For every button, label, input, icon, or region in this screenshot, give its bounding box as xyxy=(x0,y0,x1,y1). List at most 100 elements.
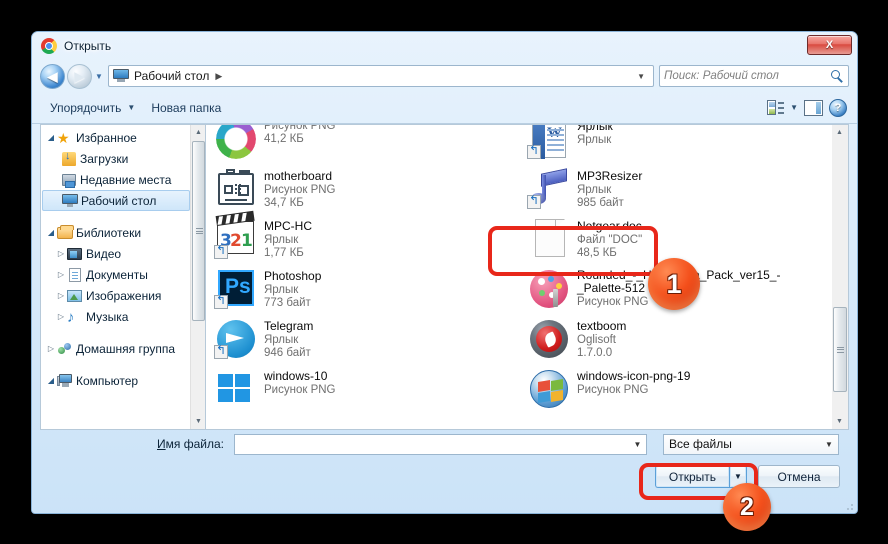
file-name: Netgear.doc xyxy=(577,219,642,233)
star-icon: ★ xyxy=(57,129,70,146)
sidebar-item-computer[interactable]: ◢ Компьютер xyxy=(41,370,190,391)
twisty-collapsed-icon[interactable]: ▷ xyxy=(55,312,67,321)
file-type-select[interactable]: Все файлы ▼ xyxy=(663,433,839,455)
list-item[interactable]: windows-icon-png-19 Рисунок PNG xyxy=(519,363,832,413)
file-size: 34,7 КБ xyxy=(264,197,304,209)
list-item[interactable]: motherboard Рисунок PNG 34,7 КБ xyxy=(206,163,519,213)
list-item[interactable]: textboom Oglisoft 1.7.0.0 xyxy=(519,313,832,363)
file-name: motherboard xyxy=(264,169,333,183)
twisty-expanded-icon[interactable]: ◢ xyxy=(45,228,57,237)
list-item[interactable]: Рисунок PNG 41,2 КБ xyxy=(206,125,519,163)
list-item[interactable]: W Ярлык Ярлык xyxy=(519,125,832,163)
shortcut-overlay-icon xyxy=(214,343,228,359)
sidebar-item-label: Загрузки xyxy=(80,151,129,166)
sidebar-item-label: Видео xyxy=(86,246,122,261)
scroll-down-arrow-icon[interactable]: ▼ xyxy=(832,414,847,429)
downloads-icon xyxy=(61,150,77,167)
file-list-scrollbar[interactable]: ▲ ▼ xyxy=(832,125,848,429)
sidebar-item-label: Компьютер xyxy=(76,373,139,388)
list-item[interactable]: Telegram Ярлык 946 байт xyxy=(206,313,519,363)
file-size: 1,77 КБ xyxy=(264,247,304,259)
sidebar-item-homegroup[interactable]: ▷ Домашняя группа xyxy=(41,338,190,359)
open-button[interactable]: Открыть xyxy=(655,465,729,488)
scroll-up-arrow-icon[interactable]: ▲ xyxy=(191,125,205,140)
documents-icon xyxy=(67,267,83,283)
annotation-badge-2: 2 xyxy=(723,483,771,531)
back-arrow-icon: ◀ xyxy=(47,68,58,84)
sidebar-item-pictures[interactable]: ▷ Изображения xyxy=(41,285,190,306)
sidebar-item-documents[interactable]: ▷ Документы xyxy=(41,264,190,285)
pictures-icon xyxy=(67,288,83,304)
sidebar-item-downloads[interactable]: Загрузки xyxy=(41,148,190,169)
view-mode-chevron-down-icon[interactable]: ▼ xyxy=(790,103,798,112)
sidebar-item-label: Домашняя группа xyxy=(76,341,176,356)
file-type: Ярлык xyxy=(264,334,299,346)
shortcut-overlay-icon xyxy=(527,193,541,209)
twisty-collapsed-icon[interactable]: ▷ xyxy=(55,249,67,258)
file-list-pane[interactable]: Рисунок PNG 41,2 КБ motherboard Рисунок … xyxy=(205,124,849,430)
list-item[interactable]: MP3Resizer Ярлык 985 байт xyxy=(519,163,832,213)
breadcrumb-location[interactable]: Рабочий стол xyxy=(134,69,209,83)
sidebar-item-favorites[interactable]: ◢ ★ Избранное xyxy=(41,127,190,148)
chevron-down-icon[interactable]: ▼ xyxy=(629,435,646,454)
cancel-button[interactable]: Отмена xyxy=(758,465,840,488)
list-item[interactable]: 321 MPC-HC Ярлык 1,77 КБ xyxy=(206,210,519,263)
computer-icon xyxy=(57,373,73,389)
file-version: 1.7.0.0 xyxy=(577,347,613,359)
open-split-button[interactable]: Открыть ▼ xyxy=(655,465,747,488)
navigation-scrollbar-thumb[interactable] xyxy=(192,141,205,321)
twisty-collapsed-icon[interactable]: ▷ xyxy=(55,270,67,279)
sidebar-item-desktop[interactable]: Рабочий стол xyxy=(42,190,190,211)
file-size: 41,2 КБ xyxy=(264,133,304,145)
new-folder-button[interactable]: Новая папка xyxy=(143,97,229,119)
library-icon xyxy=(57,224,74,241)
toolbar-right-group: ▼ ? xyxy=(767,98,847,117)
file-type: Файл "DOC" xyxy=(577,234,643,246)
twisty-collapsed-icon[interactable]: ▷ xyxy=(45,344,57,353)
breadcrumb-bar[interactable]: Рабочий стол ▶ ▼ xyxy=(108,65,654,87)
file-type: Ярлык xyxy=(577,184,612,196)
file-size: 985 байт xyxy=(577,197,624,209)
sidebar-item-label: Музыка xyxy=(86,309,129,324)
view-mode-icon[interactable] xyxy=(767,100,785,115)
scroll-up-arrow-icon[interactable]: ▲ xyxy=(832,125,847,140)
preview-pane-icon[interactable] xyxy=(804,99,823,116)
sidebar-item-music[interactable]: ▷ ♪ Музыка xyxy=(41,306,190,327)
help-icon[interactable]: ? xyxy=(829,98,847,117)
forward-button[interactable]: ▶ xyxy=(67,63,92,89)
navigation-pane: ◢ ★ Избранное Загрузки Недавние места xyxy=(40,124,205,430)
back-button[interactable]: ◀ xyxy=(40,63,65,89)
file-name: MP3Resizer xyxy=(577,169,643,183)
resize-grip-icon[interactable] xyxy=(843,500,853,510)
twisty-collapsed-icon[interactable]: ▷ xyxy=(55,291,67,300)
navigation-scrollbar[interactable]: ▲ ▼ xyxy=(190,125,205,429)
file-name: textboom xyxy=(577,319,627,333)
file-list-scrollbar-thumb[interactable] xyxy=(833,307,847,392)
list-item-netgear-doc[interactable]: Netgear.doc Файл "DOC" 48,5 КБ xyxy=(519,213,832,263)
list-item[interactable]: windows-10 Рисунок PNG xyxy=(206,363,519,413)
breadcrumb-dropdown-icon[interactable]: ▼ xyxy=(633,72,649,81)
sidebar-item-recent-places[interactable]: Недавние места xyxy=(41,169,190,190)
desktop-icon xyxy=(113,69,129,83)
file-publisher: Oglisoft xyxy=(577,334,616,346)
breadcrumb-separator-icon[interactable]: ▶ xyxy=(215,71,222,82)
search-input[interactable]: Поиск: Рабочий стол xyxy=(659,65,849,87)
chevron-down-icon[interactable]: ▼ xyxy=(820,440,838,449)
filename-input[interactable]: ▼ xyxy=(234,433,647,455)
file-name: windows-icon-png-19 xyxy=(577,369,691,383)
shortcut-overlay-icon xyxy=(214,243,228,259)
organize-button[interactable]: Упорядочить ▼ xyxy=(42,97,143,119)
sidebar-item-video[interactable]: ▷ Видео xyxy=(41,243,190,264)
address-bar-row: ◀ ▶ ▼ Рабочий стол ▶ ▼ Поиск: Рабочий ст… xyxy=(32,60,857,92)
twisty-expanded-icon[interactable]: ◢ xyxy=(45,133,57,142)
file-type: Ярлык xyxy=(264,284,299,296)
screenshot-root: Открыть X ◀ ▶ ▼ Рабочий стол ▶ ▼ Поиск: … xyxy=(0,0,888,544)
scroll-down-arrow-icon[interactable]: ▼ xyxy=(191,414,205,429)
sidebar-item-libraries[interactable]: ◢ Библиотеки xyxy=(41,222,190,243)
dialog-body: ◢ ★ Избранное Загрузки Недавние места xyxy=(32,124,857,513)
twisty-expanded-icon[interactable]: ◢ xyxy=(45,376,57,385)
recent-locations-button[interactable]: ▼ xyxy=(92,64,106,89)
file-name: Telegram xyxy=(264,319,314,333)
close-button[interactable]: X xyxy=(807,35,852,55)
list-item[interactable]: Ps Photoshop Ярлык 773 байт xyxy=(206,263,519,313)
